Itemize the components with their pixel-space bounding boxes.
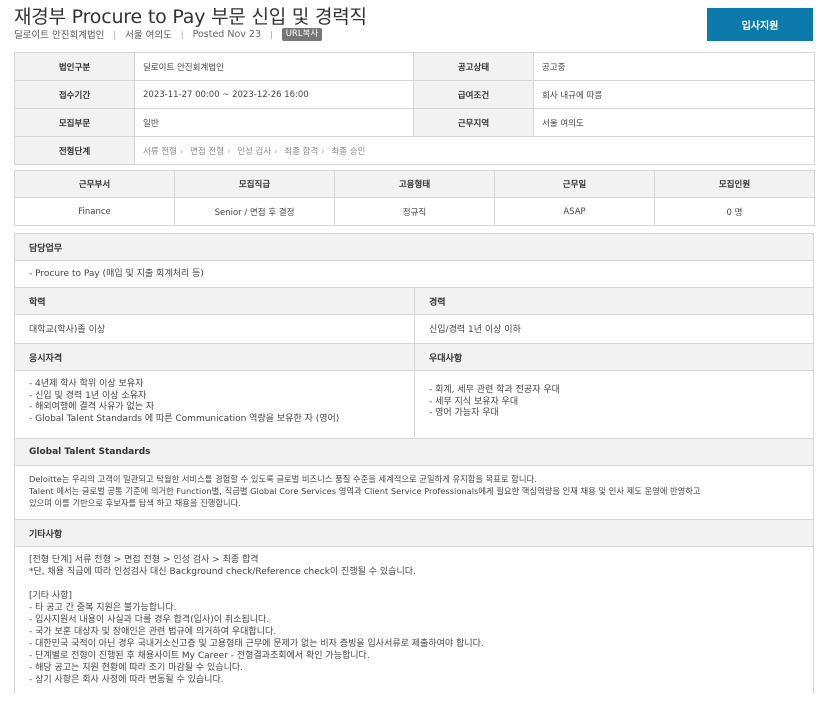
stages-label: 전형단계 bbox=[14, 136, 135, 165]
qual-pref-row: 응시자격 - 4년제 학사 학위 이상 보유자 - 신입 및 경력 1년 이상 … bbox=[15, 344, 813, 439]
gts-line: 있으며 이를 기반으로 후보자를 탐색 하고 채용을 진행합니다. bbox=[29, 498, 241, 508]
etc-title: 기타사항 bbox=[15, 520, 813, 547]
meta-separator: | bbox=[180, 29, 184, 39]
dept-label: 모집부문 bbox=[14, 108, 135, 137]
gts-title: Global Talent Standards bbox=[15, 439, 813, 466]
education-section: 학력 대학교(학사)졸 이상 bbox=[15, 288, 414, 344]
edu-career-row: 학력 대학교(학사)졸 이상 경력 신입/경력 1년 이상 이하 bbox=[15, 288, 813, 344]
etc-body: [전형 단계] 서류 전형 > 면접 전형 > 인성 검사 > 최종 합격 *단… bbox=[15, 547, 813, 694]
etc-line: *단, 채용 직급에 따라 인성검사 대신 Background check/R… bbox=[29, 567, 416, 577]
stage-item: 서류 전형 bbox=[143, 146, 177, 157]
position-table: 근무부서 모집직급 고용형태 근무일 모집인원 Finance Senior /… bbox=[14, 170, 815, 226]
education-title: 학력 bbox=[15, 288, 414, 315]
stage-item: 인성 검사 bbox=[237, 146, 272, 157]
table-row: Finance Senior / 면접 후 결정 정규직 ASAP 0 명 bbox=[14, 197, 815, 226]
chevron-right-icon: › bbox=[274, 146, 278, 157]
duty-line: - Procure to Pay (매입 및 지출 회계처리 등) bbox=[29, 269, 204, 279]
job-header: 재경부 Procure to Pay 부문 신입 및 경력직 딜로이트 안진회계… bbox=[0, 0, 826, 50]
position-header-grade: 모집직급 bbox=[174, 170, 335, 198]
stages-value: 서류 전형 › 면접 전형 › 인성 검사 › 최종 합격 › 최종 승인 bbox=[134, 136, 815, 165]
duty-body: - Procure to Pay (매입 및 지출 회계처리 등) bbox=[15, 261, 813, 288]
stage-item: 면접 전형 bbox=[190, 146, 225, 157]
position-header-count: 모집인원 bbox=[654, 170, 815, 198]
etc-line: - 대한민국 국적이 아닌 경우 국내거소신고증 및 고용형태 근무에 문제가 … bbox=[29, 639, 484, 649]
salary-label: 급여조건 bbox=[413, 80, 534, 109]
gts-body: Deloitte는 우리의 고객이 일관되고 탁월한 서비스를 경험할 수 있도… bbox=[15, 466, 813, 520]
job-location: 서울 여의도 bbox=[125, 30, 172, 41]
company-name: 딜로이트 안진회계법인 bbox=[14, 30, 105, 41]
chevron-right-icon: › bbox=[321, 146, 325, 157]
period-label: 접수기간 bbox=[14, 80, 135, 109]
position-type: 정규직 bbox=[334, 197, 495, 226]
dept-value: 일반 bbox=[134, 108, 414, 137]
position-header-type: 고용형태 bbox=[334, 170, 495, 198]
period-value: 2023-11-27 00:00 ~ 2023-12-26 16:00 bbox=[134, 80, 414, 109]
status-label: 공고상태 bbox=[413, 52, 534, 81]
corp-label: 법인구분 bbox=[14, 52, 135, 81]
position-header-dept: 근무부서 bbox=[14, 170, 175, 198]
apply-button[interactable]: 입사지원 bbox=[707, 8, 813, 41]
position-header-start: 근무일 bbox=[494, 170, 655, 198]
etc-line: - 단계별로 전형이 진행된 후 채용사이트 My Career - 전형결과조… bbox=[29, 651, 370, 661]
preference-section: 우대사항 - 회계, 세무 관련 학과 전공자 우대 - 세무 지식 보유자 우… bbox=[414, 344, 813, 439]
qualification-line: - 4년제 학사 학위 이상 보유자 bbox=[29, 379, 144, 389]
region-label: 근무지역 bbox=[413, 108, 534, 137]
job-info-table: 법인구분 딜로이트 안진회계법인 공고상태 공고중 접수기간 2023-11-2… bbox=[14, 52, 815, 165]
qualification-section: 응시자격 - 4년제 학사 학위 이상 보유자 - 신입 및 경력 1년 이상 … bbox=[15, 344, 414, 439]
qualification-line: - 신입 및 경력 1년 이상 소유자 bbox=[29, 390, 147, 401]
gts-line: Deloitte는 우리의 고객이 일관되고 탁월한 서비스를 경험할 수 있도… bbox=[29, 474, 537, 484]
career-value: 신입/경력 1년 이상 이하 bbox=[415, 315, 813, 344]
page-title: 재경부 Procure to Pay 부문 신입 및 경력직 bbox=[14, 6, 367, 28]
etc-line bbox=[29, 578, 799, 590]
qualification-body: - 4년제 학사 학위 이상 보유자 - 신입 및 경력 1년 이상 소유자 -… bbox=[15, 371, 414, 439]
corp-value: 딜로이트 안진회계법인 bbox=[134, 52, 414, 81]
qualification-line: - Global Talent Standards 에 따른 Communica… bbox=[29, 413, 340, 424]
position-grade: Senior / 면접 후 결정 bbox=[174, 197, 335, 226]
meta-separator: | bbox=[113, 29, 117, 39]
salary-value: 회사 내규에 따름 bbox=[533, 80, 815, 109]
etc-line: - 해당 공고는 지원 현황에 따라 조기 마감될 수 있습니다. bbox=[29, 663, 244, 673]
career-title: 경력 bbox=[415, 288, 813, 315]
stage-item: 최종 승인 bbox=[331, 146, 366, 157]
posted-date: Posted Nov 23 bbox=[192, 28, 261, 40]
etc-line: [전형 단계] 서류 전형 > 면접 전형 > 인성 검사 > 최종 합격 bbox=[29, 555, 259, 565]
preference-line: - 회계, 세무 관련 학과 전공자 우대 bbox=[429, 385, 560, 395]
qualification-line: - 해외여행에 결격 사유가 없는 자 bbox=[29, 402, 155, 412]
etc-line: - 타 공고 간 중복 지원은 불가능합니다. bbox=[29, 603, 177, 613]
chevron-right-icon: › bbox=[227, 146, 231, 157]
etc-line: - 상기 사항은 회사 사정에 따라 변동될 수 있습니다. bbox=[29, 675, 224, 685]
etc-line: - 입사지원서 내용이 사실과 다를 경우 합격(입사)이 취소됩니다. bbox=[29, 615, 270, 625]
url-copy-button[interactable]: URL복사 bbox=[281, 27, 323, 41]
qualification-title: 응시자격 bbox=[15, 344, 414, 371]
position-count: 0 명 bbox=[654, 197, 815, 226]
etc-line: [기타 사항] bbox=[29, 591, 73, 601]
position-start: ASAP bbox=[494, 197, 655, 226]
chevron-right-icon: › bbox=[179, 146, 184, 157]
status-value: 공고중 bbox=[533, 52, 815, 81]
gts-line: Talent 에서는 글로벌 공통 기준에 의거한 Function별, 직급별… bbox=[29, 486, 701, 496]
job-meta: 딜로이트 안진회계법인 | 서울 여의도 | Posted Nov 23 | U… bbox=[14, 27, 323, 41]
preference-line: - 세무 지식 보유자 우대 bbox=[429, 396, 519, 407]
education-value: 대학교(학사)졸 이상 bbox=[15, 315, 414, 344]
preference-line: - 영어 가능자 우대 bbox=[429, 408, 499, 418]
stage-item: 최종 합격 bbox=[284, 146, 319, 157]
region-value: 서울 여의도 bbox=[533, 108, 815, 137]
position-dept: Finance bbox=[14, 197, 175, 226]
preference-title: 우대사항 bbox=[415, 344, 813, 371]
career-section: 경력 신입/경력 1년 이상 이하 bbox=[414, 288, 813, 344]
etc-line: - 국가 보훈 대상자 및 장애인은 관련 법규에 의거하여 우대합니다. bbox=[29, 627, 277, 637]
meta-separator: | bbox=[269, 29, 273, 39]
preference-body: - 회계, 세무 관련 학과 전공자 우대 - 세무 지식 보유자 우대 - 영… bbox=[415, 371, 813, 439]
job-detail: 담당업무 - Procure to Pay (매입 및 지출 회계처리 등) 학… bbox=[14, 233, 814, 694]
duty-title: 담당업무 bbox=[15, 234, 813, 261]
